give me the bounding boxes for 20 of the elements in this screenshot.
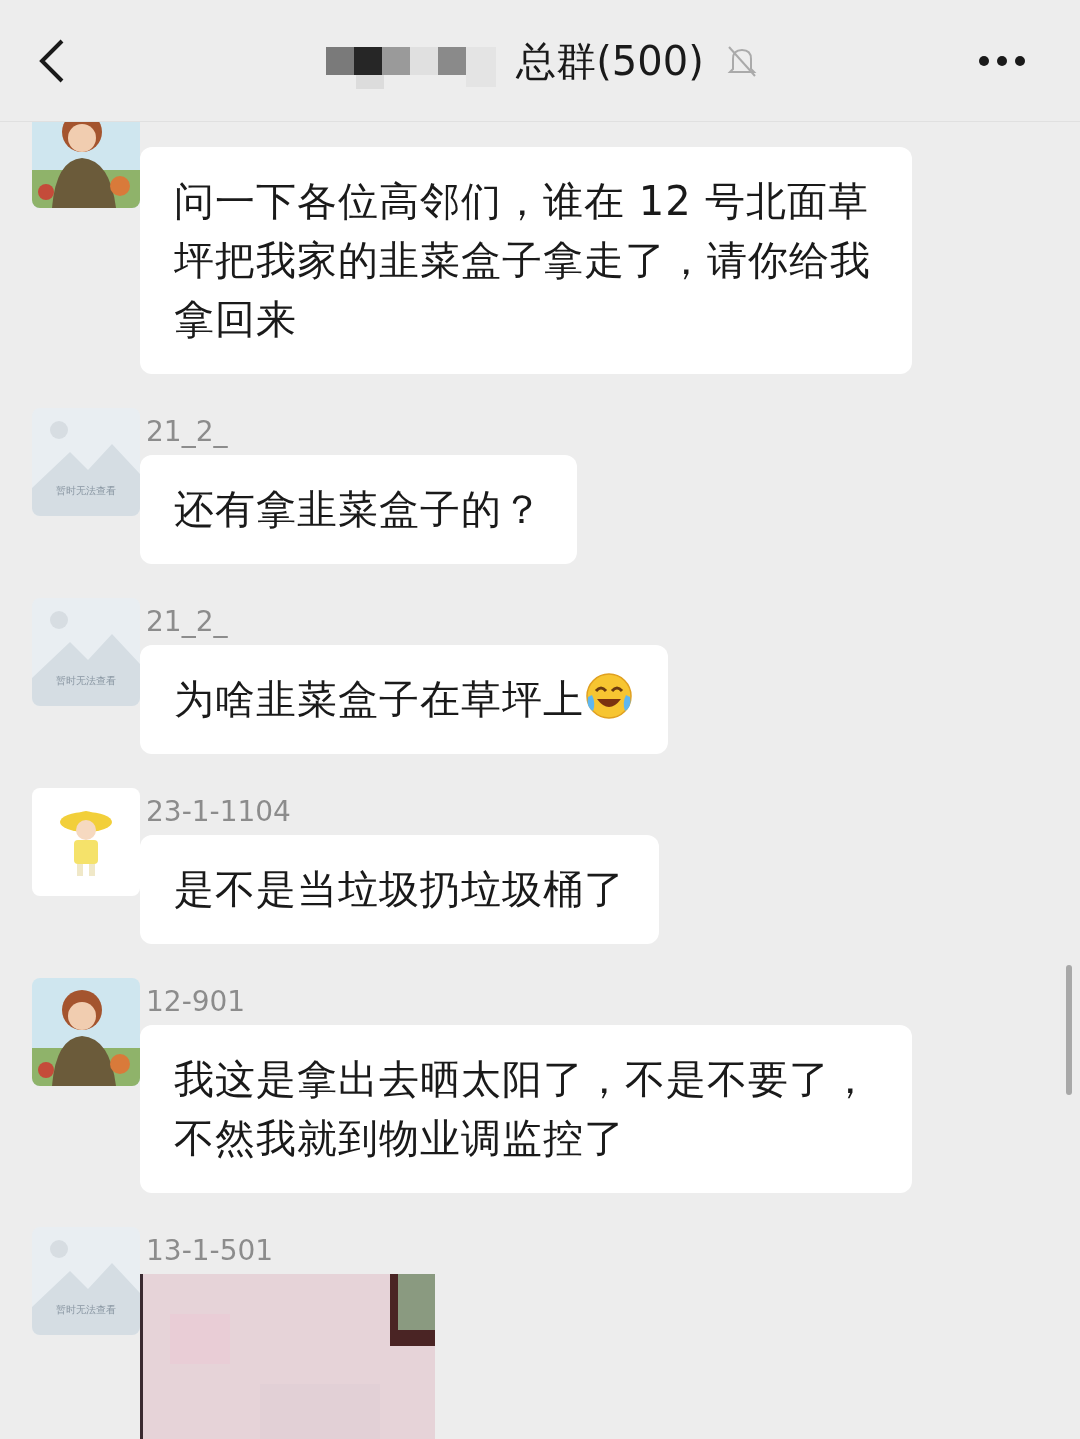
placeholder-caption: 暂时无法查看 xyxy=(55,676,117,686)
placeholder-caption: 暂时无法查看 xyxy=(55,486,117,496)
message-bubble: 问一下各位高邻们，谁在 12 号北面草坪把我家的韭菜盒子拿走了，请你给我拿回来 xyxy=(140,147,912,374)
sender-name: 12-901 xyxy=(146,987,246,1016)
sender-name: 13-1-501 xyxy=(146,1236,274,1265)
message-bubble: 还有拿韭菜盒子的？ xyxy=(140,455,577,564)
more-icon[interactable] xyxy=(978,54,1026,67)
sender-name: 21_2_ xyxy=(146,607,228,636)
chat-title: 总群(500) xyxy=(516,36,704,86)
sender-name: 23-1-1104 xyxy=(146,797,291,826)
sender-name: 21_2_ xyxy=(146,417,228,446)
avatar-placeholder[interactable]: 暂时无法查看 xyxy=(32,408,140,516)
avatar-placeholder[interactable]: 暂时无法查看 xyxy=(32,598,140,706)
avatar-placeholder[interactable]: 暂时无法查看 xyxy=(32,1227,140,1335)
message-bubble: 为啥韭菜盒子在草坪上 xyxy=(140,645,668,754)
message-bubble: 我这是拿出去晒太阳了，不是不要了，不然我就到物业调监控了 xyxy=(140,1025,912,1193)
placeholder-caption: 暂时无法查看 xyxy=(55,1305,117,1315)
laughing-tears-emoji-icon xyxy=(584,671,634,721)
scrollbar[interactable] xyxy=(1066,965,1072,1095)
message-bubble: 是不是当垃圾扔垃圾桶了 xyxy=(140,835,659,944)
